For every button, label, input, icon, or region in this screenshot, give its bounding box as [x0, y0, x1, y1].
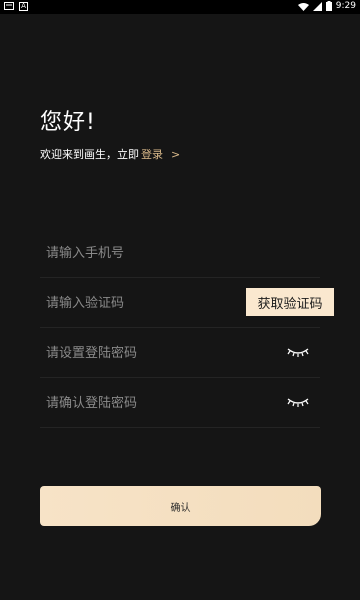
get-code-button[interactable]: 获取验证码 — [246, 288, 334, 316]
signal-icon — [312, 1, 322, 11]
status-bar: A 9:29 — [0, 0, 360, 14]
app-a-icon: A — [19, 2, 28, 11]
status-left: A — [4, 2, 28, 11]
phone-field — [40, 228, 320, 278]
eye-closed-icon[interactable] — [286, 345, 310, 359]
status-right: 9:29 — [297, 1, 356, 11]
notification-icon — [4, 2, 14, 10]
code-input[interactable] — [46, 278, 236, 328]
login-arrow-icon[interactable]: > — [171, 148, 180, 161]
phone-input[interactable] — [46, 228, 236, 278]
login-link[interactable]: 登录 — [141, 146, 163, 162]
status-time: 9:29 — [335, 1, 356, 11]
battery-icon — [325, 1, 332, 11]
eye-closed-icon[interactable] — [286, 395, 310, 409]
confirm-button[interactable]: 确认 — [40, 486, 321, 526]
welcome-line: 欢迎来到画生，立即 登录 > — [40, 146, 180, 162]
password-input[interactable] — [46, 328, 236, 378]
welcome-text: 欢迎来到画生，立即 — [40, 148, 139, 161]
code-field: 获取验证码 — [40, 278, 334, 328]
confirm-password-field — [40, 378, 320, 428]
wifi-icon — [297, 2, 309, 11]
confirm-password-input[interactable] — [46, 378, 236, 428]
greeting-title: 您好! — [40, 110, 96, 135]
password-field — [40, 328, 320, 378]
